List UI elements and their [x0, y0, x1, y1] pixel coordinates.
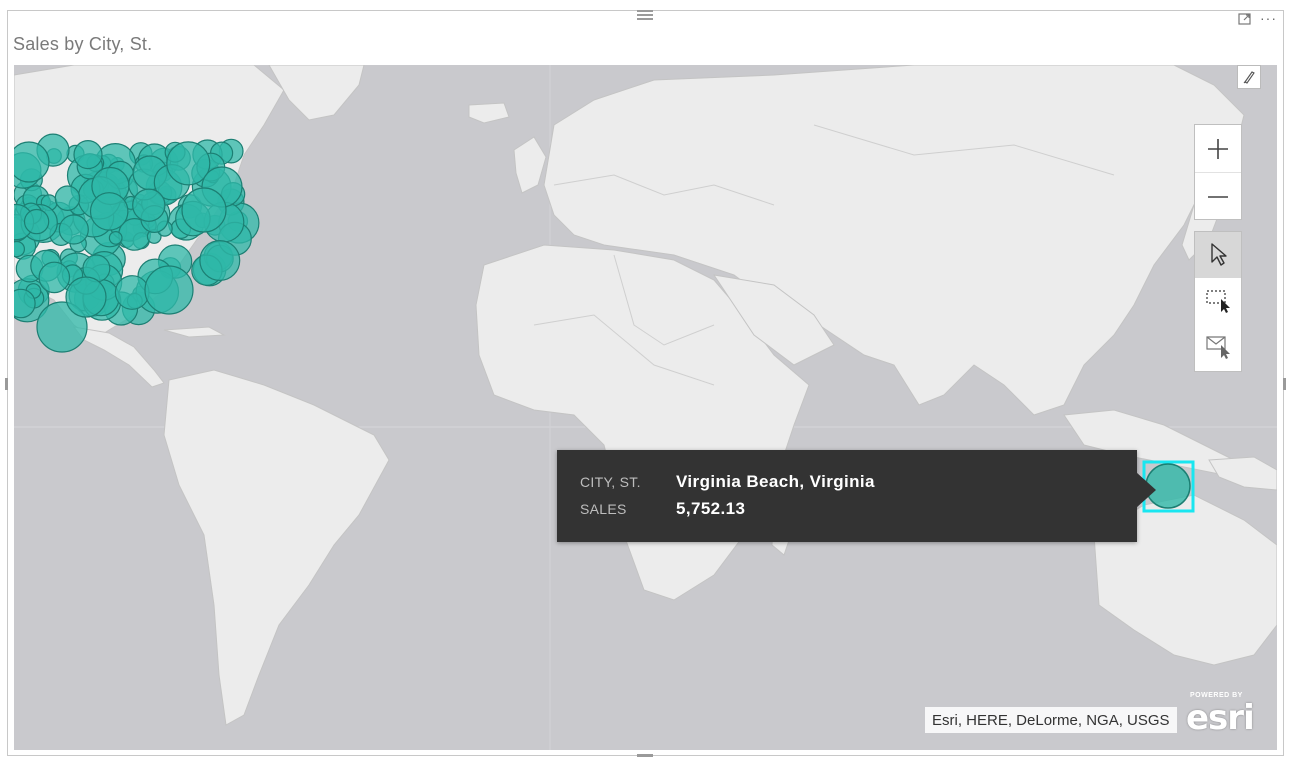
visual-title: Sales by City, St.	[13, 34, 153, 54]
sales-bubble[interactable]	[199, 240, 241, 282]
tooltip-value-city: Virginia Beach, Virginia	[676, 472, 875, 491]
sales-bubble[interactable]	[73, 139, 103, 170]
landmass-caribbean	[163, 326, 226, 338]
landmass-central-america	[72, 326, 165, 388]
zoom-out-button[interactable]	[1195, 172, 1241, 220]
data-tooltip: CITY, ST. Virginia Beach, Virginia SALES…	[557, 450, 1137, 542]
landmass-south-america	[163, 369, 390, 726]
zoom-control-group	[1194, 124, 1242, 220]
resize-handle-left[interactable]	[5, 378, 8, 390]
sales-bubble[interactable]	[181, 187, 227, 233]
lasso-select-icon	[1206, 336, 1230, 359]
ellipsis-icon[interactable]: ···	[1260, 11, 1277, 29]
select-tool-button[interactable]	[1195, 232, 1241, 278]
cursor-arrow-icon	[1211, 243, 1227, 266]
sales-bubble[interactable]	[114, 275, 150, 310]
tooltip-label-city: CITY, ST.	[580, 474, 641, 490]
minus-icon	[1208, 195, 1228, 198]
zoom-in-button[interactable]	[1195, 125, 1241, 172]
sales-bubble[interactable]	[144, 265, 194, 315]
landmass-greenland	[268, 65, 365, 121]
sales-bubble[interactable]	[58, 214, 89, 245]
map-attribution: Esri, HERE, DeLorme, NGA, USGS	[925, 707, 1177, 733]
drag-handle-top[interactable]	[637, 10, 653, 12]
lasso-select-button[interactable]	[1195, 324, 1241, 370]
paintbrush-icon	[1243, 71, 1255, 84]
tooltip-pointer	[1136, 472, 1156, 508]
rectangle-select-icon	[1206, 290, 1230, 313]
map-canvas[interactable]	[14, 65, 1277, 750]
selection-tools-group	[1194, 231, 1242, 372]
tooltip-value-sales: 5,752.13	[676, 499, 746, 518]
rectangle-select-button[interactable]	[1195, 278, 1241, 324]
resize-handle-right[interactable]	[1283, 378, 1286, 390]
sales-bubble[interactable]	[108, 230, 123, 245]
sales-bubble[interactable]	[54, 185, 81, 211]
sales-bubble[interactable]	[132, 188, 166, 222]
sales-bubble[interactable]	[38, 261, 71, 294]
esri-logo[interactable]: esri	[1186, 698, 1255, 738]
tooltip-label-sales: SALES	[580, 501, 627, 517]
tooltip-row-city: CITY, ST. Virginia Beach, Virginia	[580, 472, 875, 492]
sales-bubble[interactable]	[14, 240, 25, 258]
tooltip-row-sales: SALES 5,752.13	[580, 499, 745, 519]
landmass-iceland	[468, 102, 510, 124]
sales-bubble[interactable]	[23, 208, 50, 235]
sales-bubble[interactable]	[65, 276, 107, 318]
visual-header-icons: ···	[1238, 11, 1277, 29]
paintbrush-button[interactable]	[1237, 65, 1261, 89]
world-basemap	[14, 65, 1277, 750]
landmass-britain	[513, 136, 547, 194]
focus-mode-icon[interactable]	[1238, 12, 1252, 29]
sales-bubble[interactable]	[89, 192, 129, 231]
resize-handle-bottom[interactable]	[637, 754, 653, 757]
sales-bubble[interactable]	[14, 141, 50, 183]
landmass-new-guinea	[1208, 456, 1277, 491]
plus-icon	[1208, 138, 1228, 159]
